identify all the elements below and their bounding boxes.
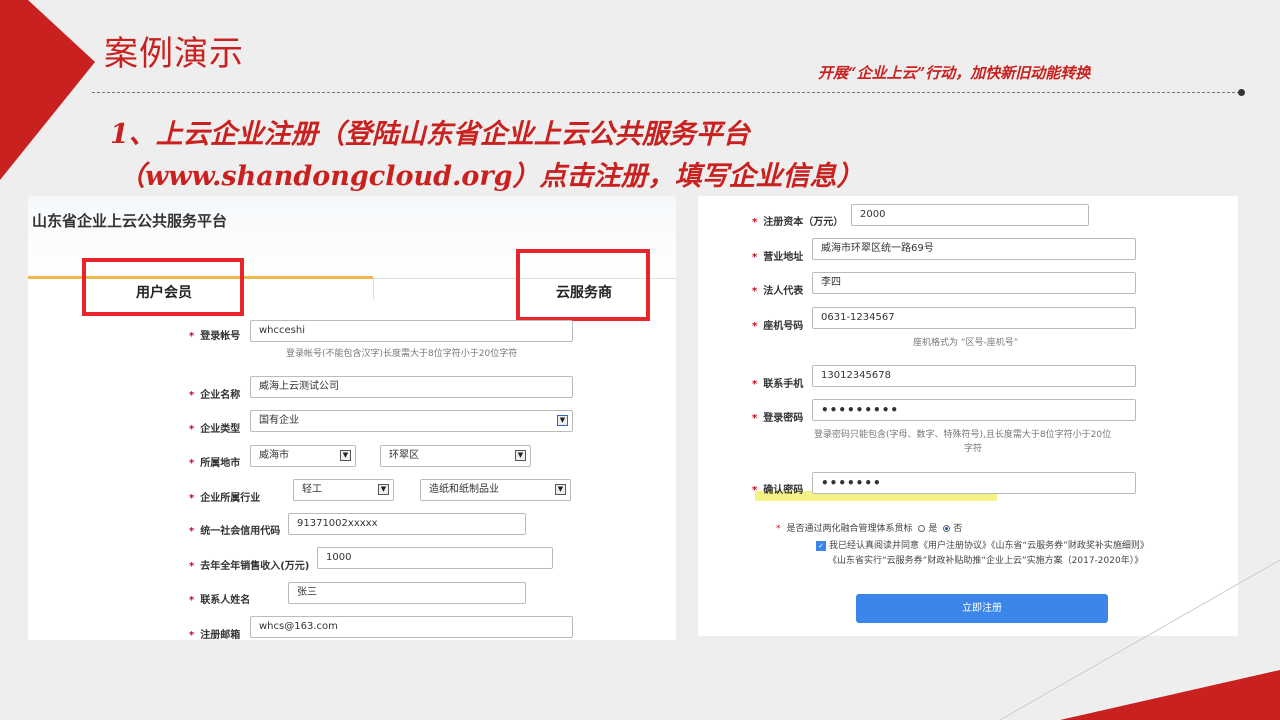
label-contact: * 联系人姓名 bbox=[189, 595, 251, 606]
highlight-box-provider-tab bbox=[516, 249, 650, 321]
industry-select[interactable]: 轻工 ▼ bbox=[293, 479, 394, 501]
step-heading-line2: （www.shandongcloud.org）点击注册，填写企业信息） bbox=[118, 161, 864, 192]
header-divider bbox=[92, 92, 1240, 93]
contact-input[interactable]: 张三 bbox=[288, 582, 526, 604]
label-account: * 登录帐号 bbox=[189, 331, 241, 342]
confirm-password-input[interactable]: ••••••• bbox=[812, 472, 1136, 494]
chevron-down-icon: ▼ bbox=[340, 450, 351, 461]
agreement-line2: 《山东省实行“云服务券”财政补贴助推“企业上云”实施方案（2017-2020年）… bbox=[828, 556, 1144, 566]
chevron-down-icon: ▼ bbox=[557, 415, 568, 426]
company-type-value: 国有企业 bbox=[259, 415, 299, 426]
account-hint: 登录帐号(不能包含汉字)长度需大于8位字符小于20位字符 bbox=[286, 349, 518, 359]
label-address: * 营业地址 bbox=[752, 252, 804, 263]
slide-corner-decoration bbox=[0, 0, 95, 180]
label-password: * 登录密码 bbox=[752, 413, 804, 424]
legal-rep-input[interactable]: 李四 bbox=[812, 272, 1136, 294]
register-now-button[interactable]: 立即注册 bbox=[856, 594, 1108, 623]
label-confirm-password: * 确认密码 bbox=[752, 485, 804, 496]
chevron-down-icon: ▼ bbox=[555, 484, 566, 495]
step-heading-line1: 1、上云企业注册（登陆山东省企业上云公共服务平台 bbox=[110, 119, 750, 150]
site-title: 山东省企业上云公共服务平台 bbox=[32, 212, 228, 230]
label-credit-code: * 统一社会信用代码 bbox=[189, 526, 281, 537]
district-select[interactable]: 环翠区 ▼ bbox=[380, 445, 531, 467]
district-value: 环翠区 bbox=[389, 450, 419, 461]
label-landline: * 座机号码 bbox=[752, 321, 804, 332]
email-input[interactable]: whcs@163.com bbox=[250, 616, 573, 638]
chevron-down-icon: ▼ bbox=[378, 484, 389, 495]
highlight-box-user-tab bbox=[82, 258, 244, 316]
agree-checkbox[interactable]: ✓ bbox=[816, 540, 826, 551]
option-yes-label: 是 bbox=[928, 524, 938, 534]
label-city: * 所属地市 bbox=[189, 458, 241, 469]
password-input[interactable]: ••••••••• bbox=[812, 399, 1136, 421]
slide-slogan: 开展“企业上云”行动，加快新旧动能转换 bbox=[818, 64, 1091, 82]
label-industry: * 企业所属行业 bbox=[189, 493, 261, 504]
label-capital: * 注册资本（万元） bbox=[752, 217, 844, 228]
credit-code-input[interactable]: 91371002xxxxx bbox=[288, 513, 526, 535]
label-company-type: * 企业类型 bbox=[189, 424, 241, 435]
label-email: * 注册邮箱 bbox=[189, 630, 241, 640]
company-type-select[interactable]: 国有企业 ▼ bbox=[250, 410, 573, 432]
address-input[interactable]: 威海市环翠区统一路69号 bbox=[812, 238, 1136, 260]
agreement-line1: ✓ 我已经认真阅读并同意《用户注册协议》《山东省“云服务券”财政奖补实施细则》 bbox=[816, 538, 1149, 551]
company-input[interactable]: 威海上云测试公司 bbox=[250, 376, 573, 398]
password-hint: 登录密码只能包含(字母、数字、特殊符号),且长度需大于8位字符小于20位 bbox=[814, 430, 1112, 440]
label-company: * 企业名称 bbox=[189, 390, 241, 401]
industry-value: 轻工 bbox=[302, 484, 322, 495]
landline-input[interactable]: 0631-1234567 bbox=[812, 307, 1136, 329]
sales-input[interactable]: 1000 bbox=[317, 547, 553, 569]
capital-input[interactable]: 2000 bbox=[851, 204, 1089, 226]
slide-title: 案例演示 bbox=[104, 34, 244, 74]
mobile-input[interactable]: 13012345678 bbox=[812, 365, 1136, 387]
radio-yes[interactable] bbox=[918, 525, 926, 532]
tab-separator bbox=[373, 278, 374, 300]
city-select[interactable]: 威海市 ▼ bbox=[250, 445, 356, 467]
radio-no[interactable] bbox=[943, 525, 951, 532]
label-sales: * 去年全年销售收入(万元) bbox=[189, 561, 310, 572]
sub-industry-value: 造纸和纸制品业 bbox=[429, 484, 499, 495]
password-hint-cont: 字符 bbox=[964, 444, 983, 454]
divider-dot bbox=[1238, 89, 1245, 96]
option-no-label: 否 bbox=[953, 524, 963, 534]
sub-industry-select[interactable]: 造纸和纸制品业 ▼ bbox=[420, 479, 571, 501]
account-input[interactable]: whcceshi bbox=[250, 320, 573, 342]
label-legal-rep: * 法人代表 bbox=[752, 286, 804, 297]
city-value: 威海市 bbox=[259, 450, 289, 461]
landline-hint: 座机格式为 “区号-座机号” bbox=[913, 338, 1019, 348]
registration-form-left: 山东省企业上云公共服务平台 用户会员 云服务商 * 登录帐号 whcceshi 登… bbox=[28, 196, 676, 640]
fusion-question: * 是否通过两化融合管理体系贯标 是 否 bbox=[776, 524, 963, 534]
label-mobile: * 联系手机 bbox=[752, 379, 804, 390]
registration-form-right: * 注册资本（万元） 2000 * 营业地址 威海市环翠区统一路69号 * 法人代表 … bbox=[698, 196, 1238, 636]
chevron-down-icon: ▼ bbox=[515, 450, 526, 461]
